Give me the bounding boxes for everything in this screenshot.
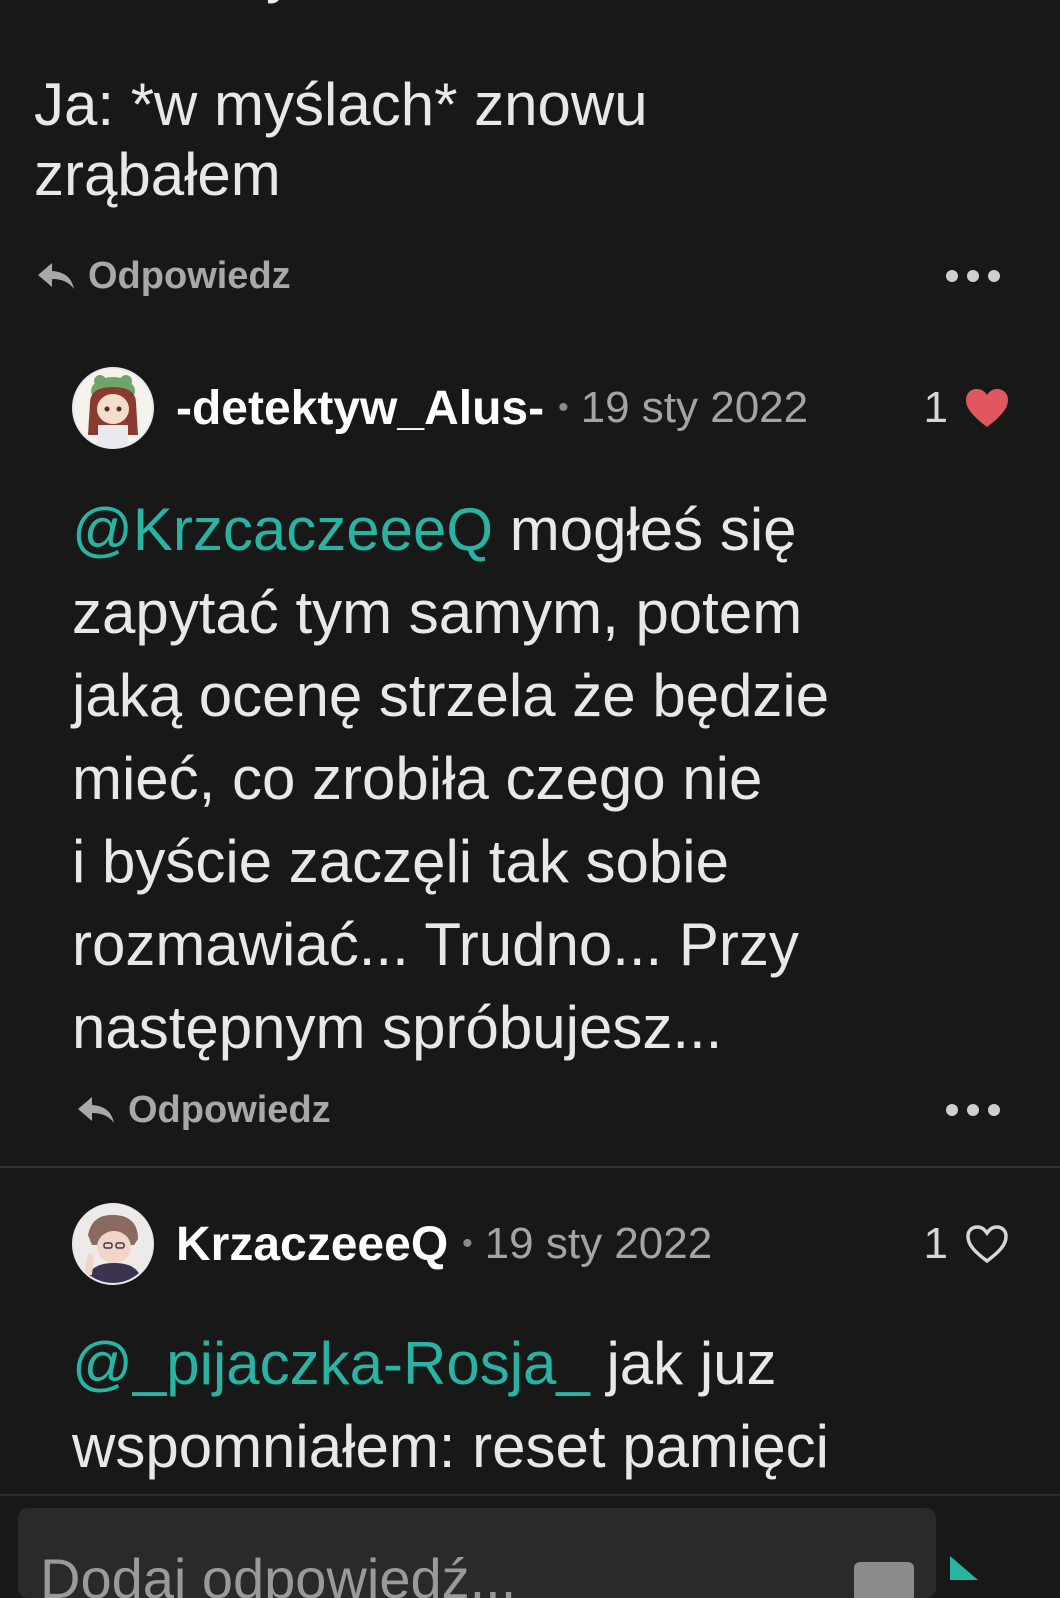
like-button[interactable]: 1 xyxy=(924,383,1010,433)
comment-header: KrzaczeeeQ • 19 sty 2022 1 xyxy=(72,1202,1010,1286)
separator-dot: • xyxy=(558,391,569,424)
mention-link[interactable]: @_pijaczka-Rosja_ xyxy=(72,1330,590,1397)
send-icon[interactable] xyxy=(948,1556,988,1580)
comment-text: mieć, co zrobiła czego nie xyxy=(72,745,763,812)
separator-dot: • xyxy=(462,1227,473,1260)
like-button[interactable]: 1 xyxy=(924,1219,1010,1269)
comment-text: wspomniałem: reset pamięci xyxy=(72,1413,829,1480)
composer-placeholder: Dodaj odpowiedź... xyxy=(40,1547,517,1598)
comment-body: @KrzcaczeeeQ mogłeś się zapytać tym samy… xyxy=(72,488,829,1069)
comment-text: jaką ocenę strzela że będzie xyxy=(72,662,830,729)
comment-date: 19 sty 2022 xyxy=(580,383,809,432)
avatar[interactable] xyxy=(72,367,154,449)
more-options-button[interactable] xyxy=(946,256,1000,296)
like-count: 1 xyxy=(923,1219,948,1268)
partial-previous-text: Ja: *w myślach* znowu xyxy=(36,0,650,4)
comment-text: następnym spróbujesz... xyxy=(72,994,723,1061)
comment-text: zapytać tym samym, potem xyxy=(72,579,803,646)
comment-date: 19 sty 2022 xyxy=(484,1219,713,1268)
comment-text: jak juz xyxy=(589,1330,777,1397)
reply-arrow-icon xyxy=(78,1097,114,1123)
heart-filled-icon xyxy=(966,389,1008,427)
username[interactable]: -detektyw_Alus- xyxy=(176,381,544,436)
reply-label: Odpowiedz xyxy=(88,254,291,297)
reply-button[interactable]: Odpowiedz xyxy=(36,246,291,306)
mention-link[interactable]: @KrzcaczeeeQ xyxy=(72,496,493,563)
more-dots-icon xyxy=(946,270,958,282)
username[interactable]: KrzaczeeeQ xyxy=(176,1217,448,1272)
comment-body: @_pijaczka-Rosja_ jak juz wspomniałem: r… xyxy=(72,1322,829,1488)
reply-label: Odpowiedz xyxy=(128,1088,331,1131)
reply-button[interactable]: Odpowiedz xyxy=(76,1080,331,1140)
more-dots-icon xyxy=(946,1104,958,1116)
heart-outline-icon xyxy=(966,1225,1008,1264)
reply-composer[interactable]: Dodaj odpowiedź... xyxy=(18,1508,936,1598)
comment-text: i byście zaczęli tak sobie xyxy=(72,828,729,895)
comment-text: mogłeś się xyxy=(493,496,797,563)
reply-arrow-icon xyxy=(38,263,74,289)
previous-comment-line: Ja: *w myślach* znowu xyxy=(34,71,648,138)
previous-comment-body: Ja: *w myślach* znowu zrąbałem xyxy=(34,70,648,210)
previous-comment-line: zrąbałem xyxy=(34,141,281,208)
composer-divider xyxy=(0,1494,1060,1496)
avatar[interactable] xyxy=(72,1203,154,1285)
like-count: 1 xyxy=(923,383,948,432)
emoji-button[interactable] xyxy=(854,1562,914,1598)
comment-header: -detektyw_Alus- • 19 sty 2022 1 xyxy=(72,366,1010,450)
more-options-button[interactable] xyxy=(946,1090,1000,1130)
divider xyxy=(0,1166,1060,1168)
comment-text: rozmawiać... Trudno... Przy xyxy=(72,911,799,978)
